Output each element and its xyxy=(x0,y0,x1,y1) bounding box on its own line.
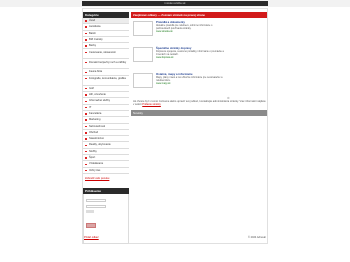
main-content: Zaujímavé odkazy — Zoznam stránok na pra… xyxy=(131,12,267,116)
partner-logo xyxy=(86,222,96,228)
site-title: insidevozidla.sk xyxy=(82,1,268,6)
ad-item[interactable]: Ostatné, mapy a informácie Mapy, plány mi… xyxy=(131,72,267,96)
username-input[interactable] xyxy=(86,198,106,202)
ad-url[interactable]: www.mapy.sk xyxy=(156,82,170,85)
ad-url[interactable]: www.stranka.sk xyxy=(156,30,173,33)
note-link[interactable]: Pridanie stránky xyxy=(142,103,161,106)
password-input[interactable] xyxy=(86,204,106,208)
sidebar-item[interactable]: Cestovanie, skúsenosti xyxy=(83,49,129,60)
login-button[interactable] xyxy=(86,209,94,213)
ad-thumbnail[interactable] xyxy=(133,21,153,36)
ad-item[interactable]: Špeciálne stránky dopravy Dopravné spojen… xyxy=(131,46,267,70)
footer: Pridať odkaz © 2024 Adresár xyxy=(82,236,268,241)
info-note: Ak chcete byť v tomto zozname alebo upra… xyxy=(131,100,267,107)
all-categories-link[interactable]: Zobraziť celú ponuku xyxy=(83,177,129,180)
section-header: Novinky xyxy=(131,110,267,116)
sidebar-item[interactable]: Voľný čas xyxy=(83,168,129,174)
page-container: Kategórie Úvod Autoškola Batoh BIZ známky Be… xyxy=(82,8,268,244)
footer-link[interactable]: Pridať odkaz xyxy=(84,236,99,239)
ad-item[interactable]: Pravidlá a dokumenty Aktuálne pravidlá pr… xyxy=(131,20,267,44)
ad-thumbnail[interactable] xyxy=(133,73,153,88)
sidebar-list: Úvod Autoškola Batoh BIZ známky Bezky Cestova… xyxy=(83,18,129,174)
sidebar: Kategórie Úvod Autoškola Batoh BIZ známky Be… xyxy=(83,12,129,244)
top-bar: insidevozidla.sk xyxy=(0,0,350,7)
ad-url[interactable]: www.doprava.sk xyxy=(156,56,173,59)
ad-list: Pravidlá a dokumenty Aktuálne pravidlá pr… xyxy=(131,20,267,96)
copyright: © 2024 Adresár xyxy=(247,236,266,239)
sidebar-item[interactable]: Fotografie, komunikácia, grafika xyxy=(83,76,129,86)
sidebar-item[interactable]: Domáci bezpečný ruch a zážitky xyxy=(83,59,129,70)
main-header: Zaujímavé odkazy — Zoznam stránok na pra… xyxy=(131,12,267,18)
ad-thumbnail[interactable] xyxy=(133,47,153,62)
